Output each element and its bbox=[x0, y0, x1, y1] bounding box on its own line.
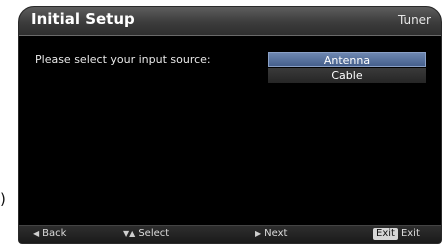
input-source-prompt: Please select your input source: bbox=[35, 53, 211, 66]
input-source-list: Antenna Cable bbox=[268, 52, 426, 83]
tab-tuner: Tuner bbox=[397, 13, 431, 27]
select-label: Select bbox=[138, 228, 170, 239]
next-button[interactable]: ▶ Next bbox=[255, 228, 287, 239]
exit-button[interactable]: Exit Exit bbox=[373, 228, 420, 240]
up-down-arrows-icon: ▼▲ bbox=[123, 229, 136, 238]
option-cable[interactable]: Cable bbox=[268, 68, 426, 83]
select-hint: ▼▲ Select bbox=[123, 228, 169, 239]
right-arrow-icon: ▶ bbox=[255, 229, 262, 238]
page-title: Initial Setup bbox=[31, 10, 135, 28]
back-button[interactable]: ◀ Back bbox=[33, 228, 66, 239]
next-label: Next bbox=[264, 228, 288, 239]
footer-bar: ◀ Back ▼▲ Select ▶ Next Exit Exit bbox=[19, 225, 441, 243]
exit-label: Exit bbox=[400, 228, 420, 239]
tv-setup-screen: Initial Setup Tuner Please select your i… bbox=[18, 6, 442, 244]
edge-parenthesis: ) bbox=[0, 190, 6, 208]
option-antenna[interactable]: Antenna bbox=[268, 52, 426, 67]
header-bar: Initial Setup Tuner bbox=[19, 7, 441, 36]
back-label: Back bbox=[42, 228, 67, 239]
left-arrow-icon: ◀ bbox=[33, 229, 40, 238]
exit-key-badge: Exit bbox=[373, 228, 398, 240]
